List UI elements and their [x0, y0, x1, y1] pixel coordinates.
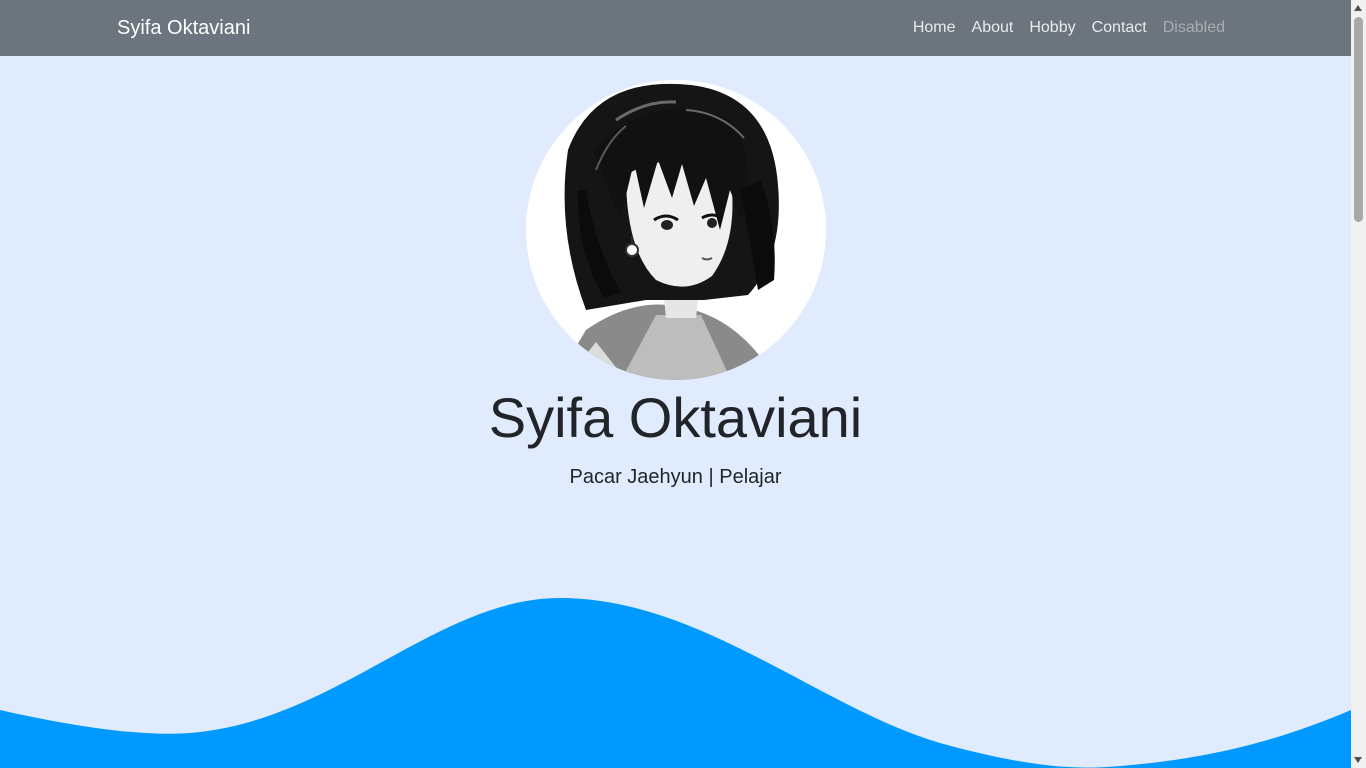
nav-link-contact[interactable]: Contact: [1092, 17, 1147, 39]
vertical-scrollbar[interactable]: [1351, 0, 1366, 768]
nav-link-home[interactable]: Home: [913, 17, 956, 39]
scroll-down-arrow-icon[interactable]: [1354, 757, 1362, 763]
profile-illustration: [525, 80, 826, 380]
nav-links: Home About Hobby Contact Disabled: [913, 17, 1225, 39]
decorative-wave: [0, 598, 1351, 768]
hero-name: Syifa Oktaviani: [488, 386, 863, 449]
scroll-up-arrow-icon[interactable]: [1354, 5, 1362, 11]
hero-section: Syifa Oktaviani Pacar Jaehyun | Pelajar: [0, 56, 1351, 490]
nav-link-disabled: Disabled: [1162, 19, 1225, 36]
profile-avatar: [525, 80, 826, 380]
navbar-brand[interactable]: Syifa Oktaviani: [117, 15, 250, 41]
hero-subtitle: Pacar Jaehyun | Pelajar: [569, 466, 782, 488]
scrollbar-thumb[interactable]: [1354, 17, 1363, 222]
nav-link-hobby[interactable]: Hobby: [1029, 17, 1075, 39]
page: Syifa Oktaviani Home About Hobby Contact…: [0, 0, 1366, 768]
navbar: Syifa Oktaviani Home About Hobby Contact…: [0, 0, 1351, 56]
nav-link-about[interactable]: About: [972, 17, 1014, 39]
